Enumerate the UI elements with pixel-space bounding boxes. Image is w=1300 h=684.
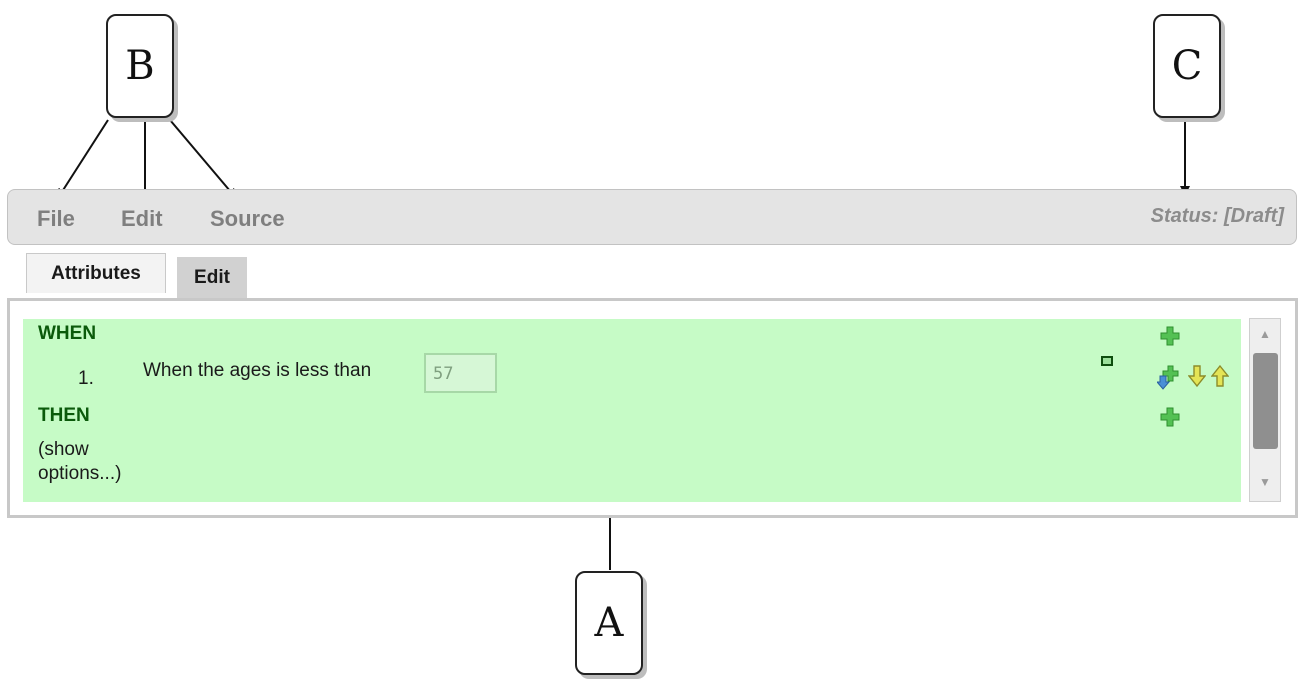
condition-text: When the ages is less than [143,360,372,381]
scroll-down-icon[interactable]: ▼ [1255,474,1275,490]
age-value-input[interactable]: 57 [424,353,497,393]
when-label: WHEN [38,323,97,344]
move-up-icon[interactable] [1211,364,1229,388]
remove-condition-icon[interactable] [1101,356,1113,366]
show-options-link[interactable]: (show options...) [38,438,148,486]
condition-number: 1. [78,368,94,389]
menu-file[interactable]: File [37,206,75,232]
tab-edit[interactable]: Edit [177,257,247,298]
menu-bar: File Edit Source Status: [Draft] [7,189,1297,245]
callout-b: B [106,14,174,118]
scroll-up-icon[interactable]: ▲ [1255,326,1275,342]
tab-attributes[interactable]: Attributes [26,253,166,293]
add-action-icon[interactable] [1159,406,1181,428]
scrollbar-thumb[interactable] [1253,353,1278,449]
add-condition-icon[interactable] [1159,325,1181,347]
insert-condition-icon[interactable] [1157,364,1183,390]
menu-edit[interactable]: Edit [121,206,163,232]
callout-a: A [575,571,643,675]
callout-c: C [1153,14,1221,118]
menu-source[interactable]: Source [210,206,285,232]
status-label: Status: [Draft] [1150,205,1284,227]
then-label: THEN [38,405,90,426]
rule-area [23,319,1241,502]
move-down-icon[interactable] [1188,364,1206,388]
